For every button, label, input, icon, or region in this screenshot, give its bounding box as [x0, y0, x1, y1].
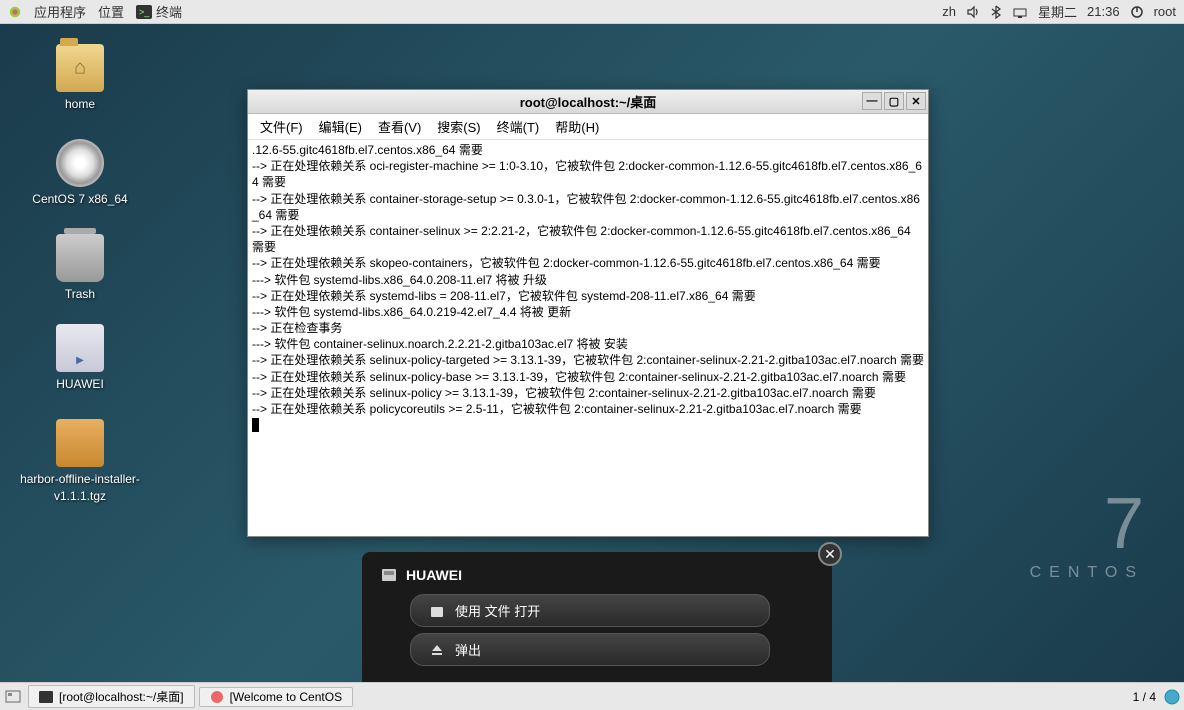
- top-panel: 应用程序 位置 >_ 终端 zh 星期二 21:36 root: [0, 0, 1184, 24]
- menu-terminal[interactable]: 终端(T): [491, 115, 546, 138]
- menu-view[interactable]: 查看(V): [372, 115, 427, 138]
- terminal-titlebar[interactable]: root@localhost:~/桌面 — ▢ ✕: [248, 90, 928, 114]
- taskbar-terminal[interactable]: [root@localhost:~/桌面]: [28, 685, 195, 708]
- terminal-cursor: [252, 418, 259, 432]
- power-icon[interactable]: [1130, 5, 1144, 19]
- mount-notification: ✕ HUAWEI 使用 文件 打开 弹出: [362, 552, 832, 682]
- home-folder-icon[interactable]: ⌂ home: [20, 44, 140, 113]
- tray-icon[interactable]: [1164, 689, 1180, 705]
- workspace-indicator[interactable]: 1 / 4: [1133, 690, 1156, 704]
- bluetooth-icon[interactable]: [990, 5, 1002, 19]
- eject-button[interactable]: 弹出: [410, 633, 770, 666]
- menu-help[interactable]: 帮助(H): [549, 115, 605, 138]
- notification-title: HUAWEI: [380, 566, 814, 584]
- terminal-app-indicator[interactable]: >_ 终端: [136, 2, 182, 21]
- centos-logo-icon: [8, 5, 22, 19]
- svg-text:>_: >_: [139, 7, 150, 17]
- terminal-title: root@localhost:~/桌面: [520, 92, 657, 111]
- eject-icon: [429, 642, 445, 658]
- drive-icon: [380, 566, 398, 584]
- clock-time[interactable]: 21:36: [1087, 4, 1120, 19]
- show-desktop-icon[interactable]: [4, 688, 22, 706]
- menu-file[interactable]: 文件(F): [254, 115, 309, 138]
- apps-menu[interactable]: 应用程序: [34, 2, 86, 21]
- centos-disc-icon[interactable]: CentOS 7 x86_64: [20, 139, 140, 208]
- terminal-icon: [39, 691, 53, 703]
- places-menu[interactable]: 位置: [98, 2, 124, 21]
- calendar-day[interactable]: 星期二: [1038, 2, 1077, 21]
- huawei-media-icon[interactable]: HUAWEI: [20, 324, 140, 393]
- input-method-indicator[interactable]: zh: [942, 4, 956, 19]
- terminal-output[interactable]: .12.6-55.gitc4618fb.el7.centos.x86_64 需要…: [248, 140, 928, 536]
- minimize-button[interactable]: —: [862, 92, 882, 110]
- desktop[interactable]: ⌂ home CentOS 7 x86_64 Trash HUAWEI harb…: [0, 24, 1184, 682]
- network-icon[interactable]: [1012, 5, 1028, 19]
- bottom-panel: [root@localhost:~/桌面] [Welcome to CentOS…: [0, 682, 1184, 710]
- notification-close-button[interactable]: ✕: [818, 542, 842, 566]
- terminal-icon: >_: [136, 5, 152, 19]
- maximize-button[interactable]: ▢: [884, 92, 904, 110]
- close-button[interactable]: ✕: [906, 92, 926, 110]
- firefox-icon: [210, 690, 224, 704]
- menu-search[interactable]: 搜索(S): [431, 115, 486, 138]
- open-with-files-button[interactable]: 使用 文件 打开: [410, 594, 770, 627]
- centos-wallpaper-brand: 7 CENTOS: [1030, 488, 1144, 582]
- terminal-window: root@localhost:~/桌面 — ▢ ✕ 文件(F) 编辑(E) 查看…: [247, 89, 929, 537]
- files-icon: [429, 603, 445, 619]
- trash-icon[interactable]: Trash: [20, 234, 140, 303]
- user-label[interactable]: root: [1154, 4, 1176, 19]
- taskbar-firefox[interactable]: [Welcome to CentOS: [199, 687, 354, 707]
- volume-icon[interactable]: [966, 5, 980, 19]
- harbor-package-icon[interactable]: harbor-offline-installer-v1.1.1.tgz: [20, 419, 140, 505]
- menu-edit[interactable]: 编辑(E): [313, 115, 368, 138]
- terminal-menubar: 文件(F) 编辑(E) 查看(V) 搜索(S) 终端(T) 帮助(H): [248, 114, 928, 140]
